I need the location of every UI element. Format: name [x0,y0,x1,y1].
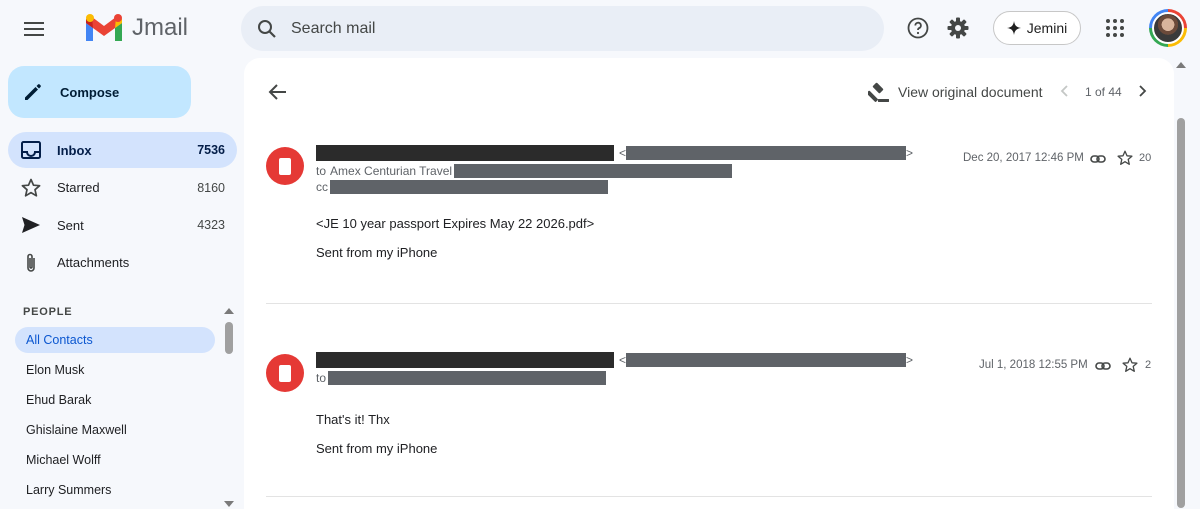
redacted-recipient-email [454,164,733,178]
sidebar-item-inbox[interactable]: Inbox 7536 [8,132,237,168]
back-button[interactable] [266,80,290,104]
pencil-icon [25,84,41,100]
chevron-right-icon [1139,85,1147,97]
to-prefix: to [316,371,327,385]
scroll-up-arrow-icon[interactable] [1176,62,1186,68]
contact-ehud-barak[interactable]: Ehud Barak [15,387,215,413]
settings-button[interactable] [946,16,970,40]
scroll-up-arrow-icon[interactable] [224,308,234,314]
message-date: Jul 1, 2018 12:55 PM [979,359,1088,371]
apps-grid-button[interactable] [1104,17,1126,39]
message-pane: View original document 1 of 44 < > to Am… [244,58,1174,509]
contact-elon-musk[interactable]: Elon Musk [15,357,215,383]
help-button[interactable] [906,16,930,40]
search-bar[interactable]: Search mail [241,6,884,51]
send-icon [22,217,40,233]
hamburger-menu-icon [24,22,44,36]
account-avatar[interactable] [1149,9,1187,47]
apps-grid-icon [1106,19,1110,23]
message-body-text: Sent from my iPhone [316,245,438,260]
top-bar: Jmail Search mail Jemini [0,0,1200,58]
sidebar-item-label: Inbox [57,142,92,158]
scroll-down-arrow-icon[interactable] [224,501,234,507]
cc-label: cc [316,180,328,194]
jemini-button[interactable]: Jemini [993,11,1081,45]
message-item[interactable]: < > to Amex Centurian Travel cc Dec 20, … [266,145,1152,297]
jemini-label: Jemini [1026,20,1068,36]
compose-label: Compose [60,84,120,100]
compose-button[interactable]: Compose [8,66,191,118]
chevron-left-icon [1060,85,1068,97]
contact-larry-summers[interactable]: Larry Summers [15,477,215,503]
sidebar-item-label: Starred [57,180,100,195]
pdf-icon [266,354,304,392]
star-icon [21,178,41,197]
message-item[interactable]: < > to Jul 1, 2018 12:55 PM 2 That's it!… [266,352,1152,494]
link-icon[interactable] [1095,358,1111,374]
sidebar-item-starred[interactable]: Starred 8160 [8,170,237,206]
sidebar-item-attachments[interactable]: Attachments [8,245,237,281]
contact-ghislaine-maxwell[interactable]: Ghislaine Maxwell [15,417,215,443]
to-prefix: to [316,164,327,178]
sender-line: < > [316,145,913,161]
sparkle-icon [1006,21,1021,35]
message-pane-scrollbar[interactable] [1174,58,1188,509]
sidebar-nav: Inbox 7536 Starred 8160 Sent 4323 Attach… [8,132,237,282]
message-divider [266,303,1152,304]
sidebar-item-sent[interactable]: Sent 4323 [8,207,237,243]
inbox-count: 7536 [197,143,225,157]
people-list: All Contacts Elon Musk Ehud Barak Ghisla… [15,327,215,507]
redacted-sender-name [316,145,614,161]
scroll-thumb[interactable] [225,322,233,354]
attachment-link[interactable]: <JE 10 year passport Expires May 22 2026… [316,216,594,231]
previous-message-button[interactable] [1058,84,1072,98]
message-body-text: Sent from my iPhone [316,441,438,456]
people-section-header: PEOPLE [23,306,73,318]
star-count: 2 [1145,359,1152,371]
contact-michael-wolff[interactable]: Michael Wolff [15,447,215,473]
star-icon[interactable] [1117,150,1133,166]
sidebar-item-label: Attachments [57,255,130,270]
main-menu-button[interactable] [20,15,48,43]
star-count: 20 [1139,152,1152,164]
view-original-button[interactable]: View original document [868,80,1043,104]
sender-line: < > [316,352,913,368]
arrow-left-icon [268,84,286,100]
sidebar-item-label: Sent [57,217,84,233]
gear-icon [947,17,969,39]
view-original-label: View original document [898,84,1043,100]
mail-logo-icon [86,14,122,41]
help-icon [907,17,929,39]
inbox-icon [21,141,41,159]
recipient-name: Amex Centurian Travel [330,164,453,178]
message-body-text: That's it! Thx [316,412,390,427]
link-icon[interactable] [1090,151,1106,167]
pdf-icon [266,147,304,185]
redacted-cc-email [330,180,608,194]
search-input[interactable]: Search mail [291,20,375,38]
paperclip-icon [27,253,35,272]
scroll-thumb[interactable] [1177,118,1185,508]
redacted-sender-email [626,146,907,160]
recipient-line: to Amex Centurian Travel [316,164,733,178]
people-scrollbar[interactable] [222,306,236,509]
app-logo[interactable]: Jmail [84,10,188,46]
gavel-icon [868,82,889,102]
star-icon[interactable] [1122,357,1138,373]
cc-line: cc [316,180,608,194]
message-date: Dec 20, 2017 12:46 PM [963,152,1084,164]
redacted-sender-email [626,353,907,367]
starred-count: 8160 [197,180,225,195]
recipient-line: to [316,371,607,385]
avatar-photo [1152,12,1184,44]
app-name: Jmail [132,14,189,41]
pager-text: 1 of 44 [1085,85,1122,99]
contact-all-contacts[interactable]: All Contacts [15,327,215,353]
search-icon[interactable] [255,17,279,41]
sent-count: 4323 [197,218,225,232]
next-message-button[interactable] [1135,84,1149,98]
redacted-sender-name [316,352,614,368]
message-divider [266,496,1152,497]
redacted-recipient-email [328,371,607,385]
